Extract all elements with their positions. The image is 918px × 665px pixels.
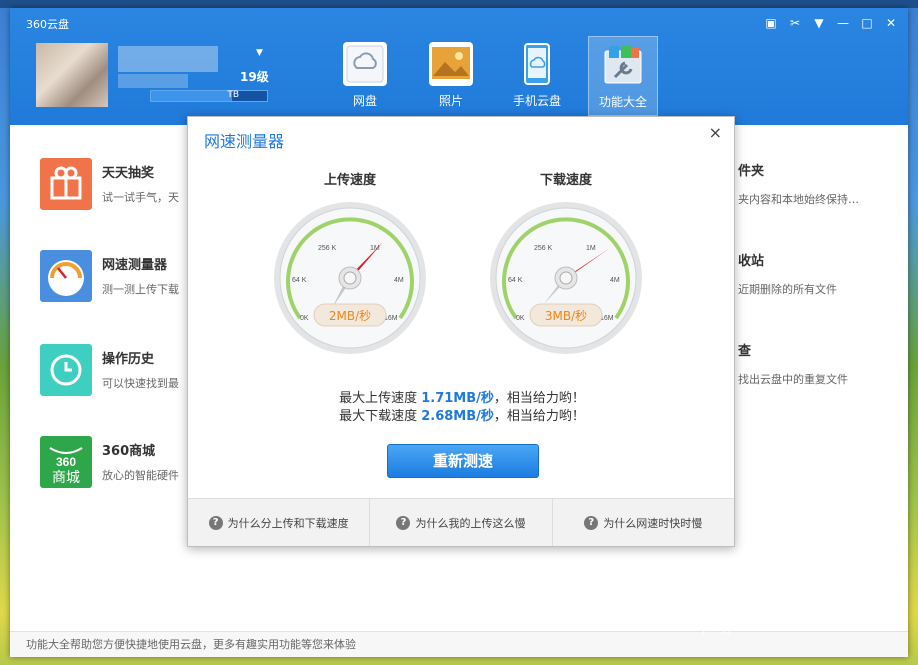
skin-icon[interactable]: ✂ [788, 16, 802, 30]
username-blurred [118, 46, 218, 72]
faq-bar: ? 为什么分上传和下载速度 ? 为什么我的上传这么慢 ? 为什么网速时快时慢 [188, 498, 734, 546]
tick-label: 256 K [534, 245, 553, 252]
top-nav: 网盘 照片 手机云盘 功能大全 [330, 36, 658, 116]
mobile-cloud-icon [515, 42, 559, 86]
tick-label: 0K [300, 315, 309, 322]
user-level: 19级 [240, 70, 269, 84]
help-icon: ? [584, 515, 599, 530]
feature-desc: 试一试手气，天 [102, 191, 179, 204]
feature-recycle-bin[interactable]: 收站 近期删除的所有文件 [738, 250, 908, 297]
feature-desc: 放心的智能硬件 [102, 469, 179, 482]
store-logo-icon: 360 商城 [40, 436, 92, 488]
result-prefix: 最大上传速度 [339, 391, 422, 406]
upload-readout: 2MB/秒 [329, 309, 371, 323]
upload-label: 上传速度 [323, 173, 376, 188]
quota-fill [151, 91, 233, 101]
maximize-icon[interactable]: □ [860, 16, 874, 30]
feedback-icon[interactable]: ▣ [764, 16, 778, 30]
quota-text: TB [227, 90, 239, 100]
gift-icon [40, 158, 92, 210]
nav-cloud-drive[interactable]: 网盘 [330, 36, 400, 116]
cloud-drive-icon [343, 42, 387, 86]
feature-store[interactable]: 360 商城 360商城 放心的智能硬件 [40, 436, 200, 496]
feature-desc: 近期删除的所有文件 [738, 283, 837, 296]
upload-gauge-block: 上传速度 0K 64 K 256 K 1M 4M 16M 2MB/秒 [270, 169, 430, 356]
feature-title: 网速测量器 [102, 258, 168, 273]
speedtest-dialog: 网速测量器 × 上传速度 0K 64 K 256 K 1M 4M 16M 2MB… [187, 116, 735, 547]
faq-text: 为什么我的上传这么慢 [415, 516, 526, 530]
photos-icon [429, 42, 473, 86]
nav-label: 功能大全 [598, 95, 647, 109]
tick-label: 64 K [292, 277, 307, 284]
feature-sync-folder[interactable]: 件夹 夹内容和本地始终保持… [738, 160, 908, 207]
faq-text: 为什么分上传和下载速度 [227, 516, 349, 530]
max-upload-speed: 1.71MB/秒 [421, 391, 494, 406]
feature-desc: 测一测上传下载 [102, 283, 179, 296]
minimize-icon[interactable]: — [836, 16, 850, 30]
download-gauge: 0K 64 K 256 K 1M 4M 16M 3MB/秒 [488, 200, 644, 356]
faq-text: 为什么网速时快时慢 [603, 516, 703, 530]
tick-label: 64 K [508, 277, 523, 284]
nav-photos[interactable]: 照片 [416, 36, 486, 116]
tick-label: 4M [394, 277, 404, 284]
feature-history[interactable]: 操作历史 可以快速找到最 [40, 344, 200, 404]
feature-desc: 找出云盘中的重复文件 [738, 373, 848, 386]
feature-lottery[interactable]: 天天抽奖 试一试手气，天 [40, 158, 200, 218]
result-suffix: ，相当给力哟！ [493, 391, 585, 406]
account-blurred [118, 74, 188, 88]
feature-title: 天天抽奖 [102, 166, 155, 181]
quota-bar: TB [150, 90, 268, 102]
feature-duplicate-finder[interactable]: 查 找出云盘中的重复文件 [738, 340, 908, 387]
faq-link-unstable-speed[interactable]: ? 为什么网速时快时慢 [553, 499, 734, 546]
menu-icon[interactable]: ▼ [812, 16, 826, 30]
tick-label: 1M [586, 245, 596, 252]
desktop-taskbar-strip [0, 0, 918, 8]
result-upload: 最大上传速度 1.71MB/秒，相当给力哟！ [188, 387, 736, 406]
result-suffix: ，相当给力哟！ [493, 409, 585, 424]
download-label: 下载速度 [539, 173, 592, 188]
feature-title: 收站 [738, 254, 765, 269]
dialog-title: 网速测量器 [204, 132, 285, 151]
faq-link-upload-download[interactable]: ? 为什么分上传和下载速度 [188, 499, 371, 546]
close-icon[interactable]: × [709, 123, 722, 142]
feature-desc: 夹内容和本地始终保持… [738, 193, 859, 206]
feature-title: 360商城 [102, 444, 156, 459]
nav-mobile-cloud[interactable]: 手机云盘 [502, 36, 572, 116]
window-controls: ▣ ✂ ▼ — □ ✕ [764, 16, 898, 30]
svg-text:商城: 商城 [52, 470, 80, 486]
title-bar: 360云盘 ▣ ✂ ▼ — □ ✕ ▼ 19级 TB 网盘 照片 手机云盘 功能… [10, 8, 908, 125]
nav-label: 照片 [438, 94, 463, 108]
feature-speedtest[interactable]: 网速测量器 测一测上传下载 [40, 250, 200, 310]
faq-link-slow-upload[interactable]: ? 为什么我的上传这么慢 [370, 499, 553, 546]
help-icon: ? [396, 515, 411, 530]
help-icon: ? [208, 515, 223, 530]
feature-desc: 可以快速找到最 [102, 377, 179, 390]
app-title: 360云盘 [26, 18, 69, 31]
speedometer-icon [40, 250, 92, 302]
download-gauge-block: 下载速度 0K 64 K 256 K 1M 4M 16M 3MB/秒 [486, 169, 646, 356]
tick-label: 256 K [318, 245, 337, 252]
result-prefix: 最大下载速度 [339, 409, 422, 424]
account-dropdown-icon[interactable]: ▼ [256, 48, 263, 58]
watermark-logo: Baidu经验 [702, 588, 859, 623]
watermark-url: jingyan.baidu.com [702, 620, 822, 635]
nav-tools[interactable]: 功能大全 [588, 36, 658, 116]
result-download: 最大下载速度 2.68MB/秒，相当给力哟！ [188, 405, 736, 424]
max-download-speed: 2.68MB/秒 [421, 409, 494, 424]
nav-label: 手机云盘 [512, 94, 561, 108]
clock-icon [40, 344, 92, 396]
retest-button[interactable]: 重新测速 [387, 444, 539, 478]
nav-label: 网盘 [352, 94, 377, 108]
close-icon[interactable]: ✕ [884, 16, 898, 30]
feature-title: 件夹 [738, 164, 765, 179]
avatar[interactable] [36, 43, 108, 107]
tick-label: 4M [610, 277, 620, 284]
upload-gauge: 0K 64 K 256 K 1M 4M 16M 2MB/秒 [272, 200, 428, 356]
download-readout: 3MB/秒 [545, 309, 587, 323]
feature-title: 查 [738, 344, 752, 359]
tick-label: 0K [516, 315, 525, 322]
feature-title: 操作历史 [102, 352, 155, 367]
svg-text:360: 360 [56, 455, 76, 469]
tools-icon [601, 43, 645, 87]
